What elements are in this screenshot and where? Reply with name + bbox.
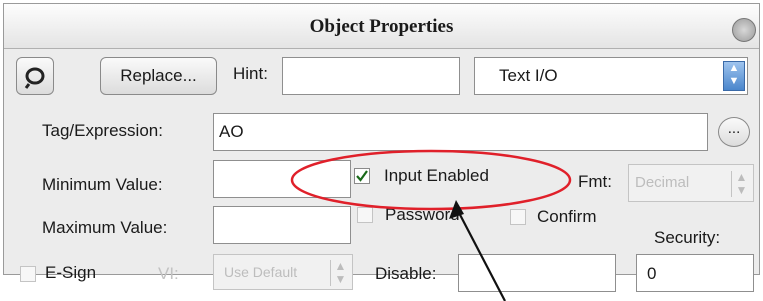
annotation-overlay xyxy=(290,149,572,301)
highlight-ellipse xyxy=(290,149,572,211)
pointer-arrow-line xyxy=(455,206,506,301)
